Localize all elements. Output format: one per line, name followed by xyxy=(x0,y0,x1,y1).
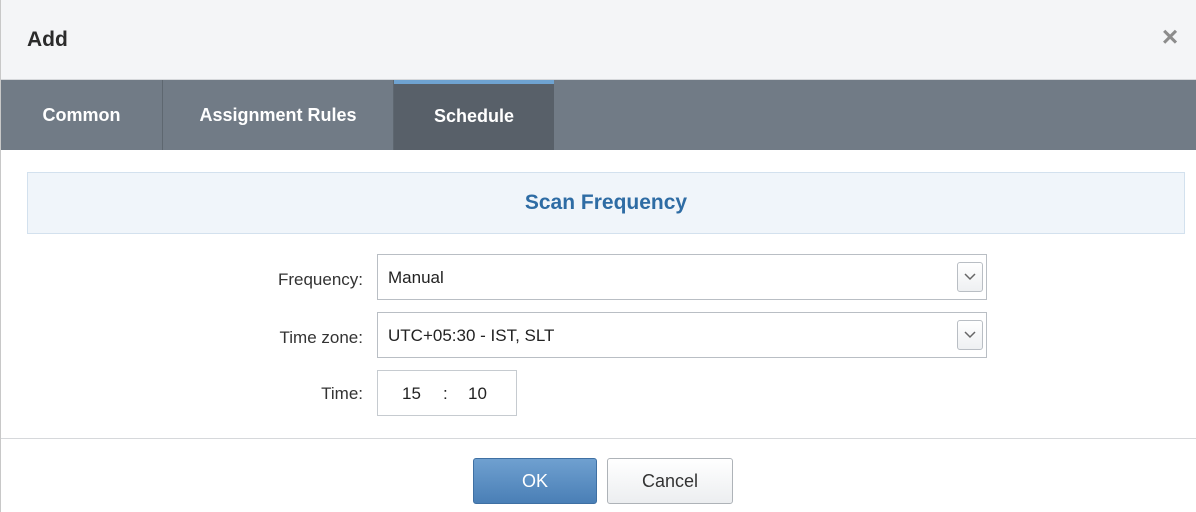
close-icon[interactable]: × xyxy=(1157,23,1183,51)
ok-button[interactable]: OK xyxy=(473,458,597,504)
chevron-down-icon[interactable] xyxy=(957,262,983,292)
tab-bar: Common Assignment Rules Schedule xyxy=(1,80,1196,150)
dialog-titlebar: Add × xyxy=(1,0,1196,80)
time-picker[interactable]: 15 : 10 xyxy=(377,370,517,416)
timezone-value: UTC+05:30 - IST, SLT xyxy=(388,326,555,345)
add-dialog: Add × Common Assignment Rules Schedule S… xyxy=(0,0,1196,512)
frequency-value: Manual xyxy=(388,268,444,287)
footer-divider xyxy=(1,438,1196,439)
time-label: Time: xyxy=(321,384,363,403)
time-hours-input[interactable]: 15 xyxy=(402,384,421,404)
time-minutes-input[interactable]: 10 xyxy=(468,384,487,404)
chevron-down-icon[interactable] xyxy=(957,320,983,350)
cancel-button[interactable]: Cancel xyxy=(607,458,733,504)
tab-assignment-rules[interactable]: Assignment Rules xyxy=(163,80,394,150)
tab-common[interactable]: Common xyxy=(1,80,163,150)
tab-schedule[interactable]: Schedule xyxy=(394,80,554,150)
dialog-title: Add xyxy=(27,28,68,51)
frequency-select[interactable]: Manual xyxy=(377,254,987,300)
frequency-label: Frequency: xyxy=(277,270,363,289)
time-separator: : xyxy=(443,384,448,403)
section-title: Scan Frequency xyxy=(27,172,1185,234)
timezone-select[interactable]: UTC+05:30 - IST, SLT xyxy=(377,312,987,358)
timezone-label: Time zone: xyxy=(279,328,363,347)
